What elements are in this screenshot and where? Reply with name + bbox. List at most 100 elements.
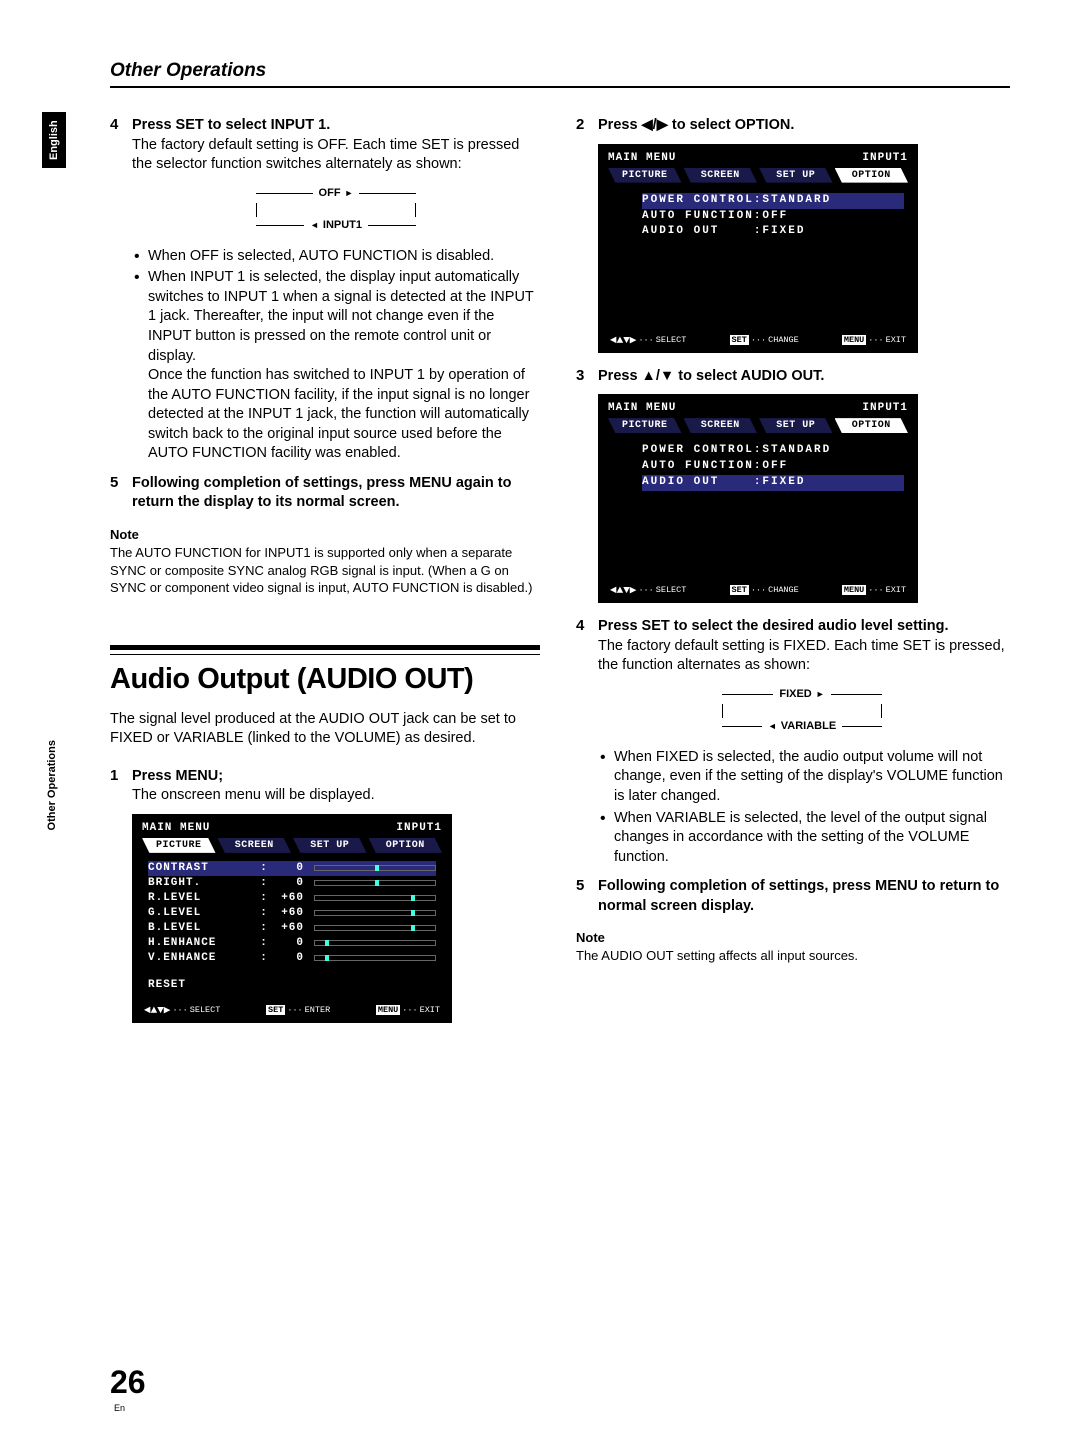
toggle-label-bottom: INPUT1	[304, 218, 368, 233]
osd-tab-setup: SET UP	[759, 418, 833, 433]
note-body: The AUTO FUNCTION for INPUT1 is supporte…	[110, 544, 540, 597]
step-2: 2 Press ◀/▶ to select OPTION.	[576, 116, 1006, 136]
osd-body: POWER CONTROL:STANDARD AUTO FUNCTION:OFF…	[608, 437, 908, 577]
osd-footer: ◄▲▼▶···SELECT SET···CHANGE MENU···EXIT	[608, 583, 908, 597]
bullet-item: When FIXED is selected, the audio output…	[600, 748, 1006, 807]
audio-out-title: Audio Output (AUDIO OUT)	[110, 663, 540, 696]
osd-foot-select: ◄▲▼▶···SELECT	[610, 333, 686, 347]
osd-tab-option: OPTION	[835, 418, 909, 433]
osd-row-autofn: AUTO FUNCTION:OFF	[642, 209, 904, 225]
note-heading: Note	[110, 527, 540, 542]
step-text: The factory default setting is FIXED. Ea…	[598, 638, 1005, 674]
osd-foot-enter: SET···ENTER	[266, 1003, 330, 1017]
step-text: The onscreen menu will be displayed.	[132, 787, 375, 803]
osd-foot-exit: MENU···EXIT	[842, 583, 906, 597]
osd-input-label: INPUT1	[862, 402, 908, 414]
step-number: 5	[110, 474, 132, 513]
toggle-diagram-fixed-variable: FIXED VARIABLE	[722, 686, 882, 736]
osd-row-reset: RESET	[148, 978, 436, 993]
step-number: 4	[110, 116, 132, 470]
osd-tab-screen: SCREEN	[684, 418, 758, 433]
step-heading: Press MENU;	[132, 768, 223, 784]
note-heading: Note	[576, 930, 1006, 945]
manual-page: English Other Operations Other Operation…	[0, 0, 1080, 1441]
osd-tab-option: OPTION	[835, 168, 909, 183]
osd-tab-screen: SCREEN	[218, 838, 292, 853]
osd-title: MAIN MENU	[608, 402, 676, 414]
audio-out-intro: The signal level produced at the AUDIO O…	[110, 710, 540, 749]
osd-row-power: POWER CONTROL:STANDARD	[642, 193, 904, 209]
step-3: 3 Press ▲/▼ to select AUDIO OUT.	[576, 367, 1006, 387]
step-heading: Press ◀/▶ to select OPTION.	[598, 117, 794, 133]
step-heading: Press SET to select the desired audio le…	[598, 618, 949, 634]
osd-foot-change: SET···CHANGE	[730, 583, 799, 597]
osd-row-power: POWER CONTROL:STANDARD	[642, 443, 904, 459]
left-column: 4 Press SET to select INPUT 1. The facto…	[110, 116, 540, 1037]
note-body: The AUDIO OUT setting affects all input …	[576, 947, 1006, 965]
osd-tab-setup: SET UP	[759, 168, 833, 183]
step-number: 1	[110, 767, 132, 806]
step-heading: Press ▲/▼ to select AUDIO OUT.	[598, 368, 824, 384]
osd-row: BRIGHT.:0	[148, 876, 436, 891]
content-columns: 4 Press SET to select INPUT 1. The facto…	[110, 116, 1010, 1037]
osd-foot-select: ◄▲▼▶···SELECT	[144, 1003, 220, 1017]
osd-foot-change: SET···CHANGE	[730, 333, 799, 347]
osd-tab-screen: SCREEN	[684, 168, 758, 183]
osd-footer: ◄▲▼▶···SELECT SET···CHANGE MENU···EXIT	[608, 333, 908, 347]
toggle-diagram-off-input: OFF INPUT1	[256, 185, 416, 235]
step-number: 2	[576, 116, 598, 136]
page-number-lang: En	[114, 1403, 125, 1413]
step-heading: Following completion of settings, press …	[132, 475, 511, 511]
osd-body: POWER CONTROL:STANDARD AUTO FUNCTION:OFF…	[608, 187, 908, 327]
step-number: 4	[576, 617, 598, 873]
osd-foot-select: ◄▲▼▶···SELECT	[610, 583, 686, 597]
osd-body: CONTRAST:0BRIGHT.:0R.LEVEL:+60G.LEVEL:+6…	[142, 857, 442, 997]
osd-footer: ◄▲▼▶···SELECT SET···ENTER MENU···EXIT	[142, 1003, 442, 1017]
osd-tabs: PICTURE SCREEN SET UP OPTION	[608, 168, 908, 183]
osd-tabs: PICTURE SCREEN SET UP OPTION	[608, 418, 908, 433]
osd-row-audioout: AUDIO OUT :FIXED	[642, 475, 904, 491]
toggle-label-bottom: VARIABLE	[762, 719, 842, 734]
osd-row: B.LEVEL:+60	[148, 921, 436, 936]
osd-row: H.ENHANCE:0	[148, 936, 436, 951]
osd-tab-picture: PICTURE	[142, 838, 216, 853]
section-title: Other Operations	[110, 60, 1010, 86]
osd-tab-option: OPTION	[369, 838, 443, 853]
toggle-label-top: OFF	[313, 186, 360, 201]
step-heading: Following completion of settings, press …	[598, 878, 999, 914]
step-4r: 4 Press SET to select the desired audio …	[576, 617, 1006, 873]
right-column: 2 Press ◀/▶ to select OPTION. MAIN MENU …	[576, 116, 1006, 1037]
osd-row: R.LEVEL:+60	[148, 891, 436, 906]
toggle-label-top: FIXED	[773, 687, 830, 702]
header-rule: Other Operations	[110, 60, 1010, 88]
osd-tab-picture: PICTURE	[608, 168, 682, 183]
bullet-item: When INPUT 1 is selected, the display in…	[134, 268, 540, 464]
osd-title: MAIN MENU	[142, 822, 210, 834]
step-number: 5	[576, 877, 598, 916]
osd-tab-setup: SET UP	[293, 838, 367, 853]
bullet-item: When VARIABLE is selected, the level of …	[600, 809, 1006, 868]
step-1: 1 Press MENU; The onscreen menu will be …	[110, 767, 540, 806]
bullet-item: When OFF is selected, AUTO FUNCTION is d…	[134, 247, 540, 267]
osd-row: G.LEVEL:+60	[148, 906, 436, 921]
osd-tab-picture: PICTURE	[608, 418, 682, 433]
step-5r: 5 Following completion of settings, pres…	[576, 877, 1006, 916]
language-tab: English	[42, 112, 66, 168]
osd-row-audioout: AUDIO OUT :FIXED	[642, 224, 904, 240]
osd-row: CONTRAST:0	[148, 861, 436, 876]
step-text: The factory default setting is OFF. Each…	[132, 137, 519, 173]
step-number: 3	[576, 367, 598, 387]
osd-title: MAIN MENU	[608, 152, 676, 164]
osd-tabs: PICTURE SCREEN SET UP OPTION	[142, 838, 442, 853]
section-divider	[110, 645, 540, 655]
step-4: 4 Press SET to select INPUT 1. The facto…	[110, 116, 540, 470]
osd-foot-exit: MENU···EXIT	[842, 333, 906, 347]
osd-input-label: INPUT1	[862, 152, 908, 164]
osd-foot-exit: MENU···EXIT	[376, 1003, 440, 1017]
step-5: 5 Following completion of settings, pres…	[110, 474, 540, 513]
page-number: 26	[110, 1364, 146, 1401]
osd-row-autofn: AUTO FUNCTION:OFF	[642, 459, 904, 475]
step-heading: Press SET to select INPUT 1.	[132, 117, 330, 133]
side-section-label: Other Operations	[46, 740, 58, 830]
osd-menu-option-2: MAIN MENU INPUT1 PICTURE SCREEN SET UP O…	[598, 394, 918, 603]
